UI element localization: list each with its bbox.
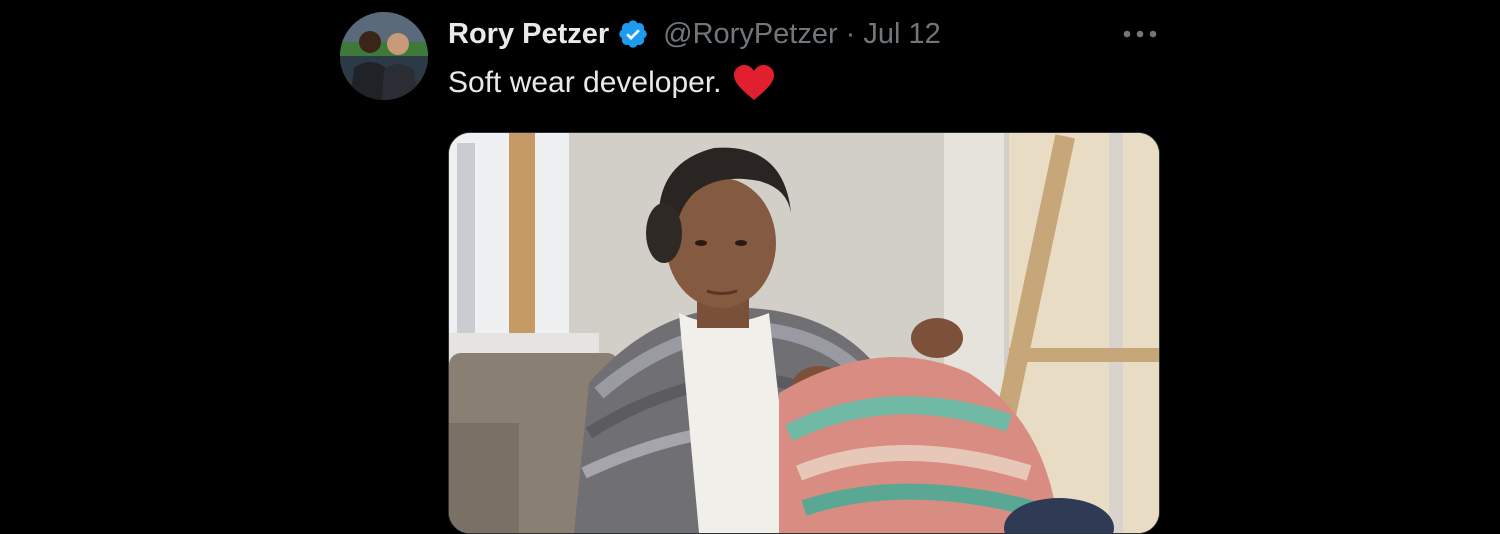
tweet-date[interactable]: Jul 12 [863,18,940,51]
author-name[interactable]: Rory Petzer [448,18,609,51]
tweet-header: Rory Petzer @RoryPetzer · Jul 12 [448,14,941,54]
author-avatar[interactable] [340,12,428,100]
red-heart-emoji [733,65,774,101]
author-handle[interactable]: @RoryPetzer [663,18,837,51]
verified-badge-icon[interactable] [617,18,649,50]
header-separator: · [845,17,856,50]
tweet-text-content: Soft wear developer. [448,66,722,99]
tweet-media-photo[interactable] [448,132,1160,534]
tweet-text: Soft wear developer. [448,62,774,104]
more-options-icon[interactable] [1118,18,1162,50]
tweet: Rory Petzer @RoryPetzer · Jul 12 Soft we… [0,0,1500,534]
